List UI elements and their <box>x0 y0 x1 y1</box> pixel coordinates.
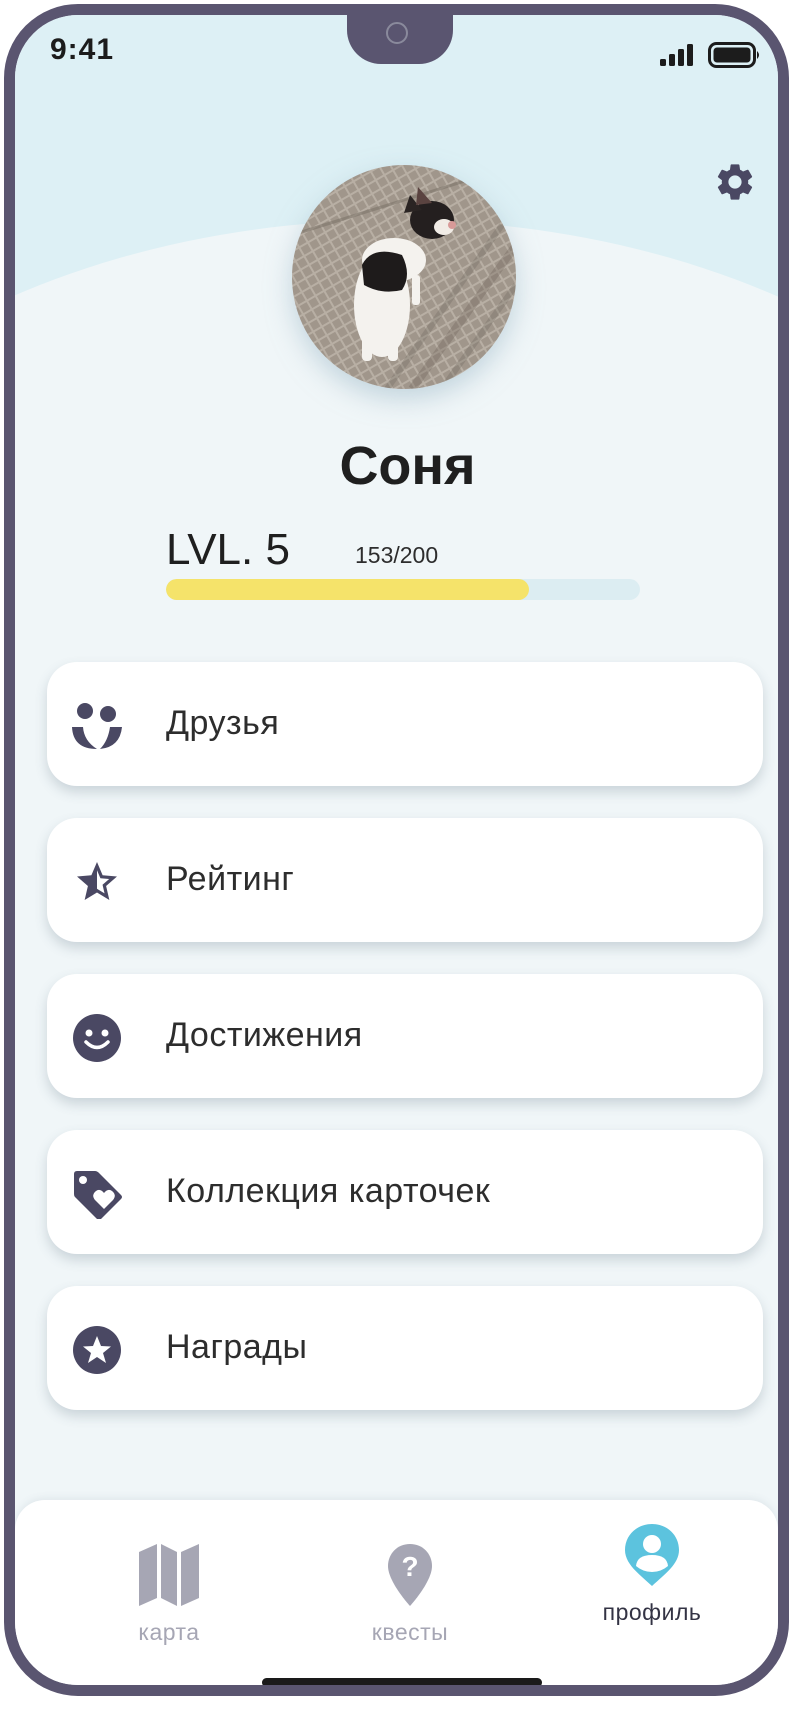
tab-map[interactable]: карта <box>89 1542 249 1646</box>
question-pin-icon: ? <box>388 1544 432 1606</box>
profile-name: Соня <box>339 436 476 496</box>
half-star-icon <box>70 855 124 909</box>
menu-item-label: Награды <box>166 1328 308 1366</box>
bottom-tab-bar: карта ? квесты профиль <box>15 1500 778 1685</box>
battery-icon <box>708 42 759 68</box>
tab-label: карта <box>138 1619 200 1645</box>
menu-item-label: Достижения <box>166 1016 363 1054</box>
tag-heart-icon <box>70 1167 124 1221</box>
star-badge-icon <box>70 1323 124 1377</box>
status-time: 9:41 <box>50 33 115 66</box>
avatar-photo <box>292 165 516 389</box>
menu-item-label: Коллекция карточек <box>166 1172 491 1210</box>
menu-item-card-collection[interactable]: Коллекция карточек <box>47 1130 763 1254</box>
tab-profile[interactable]: профиль <box>572 1522 732 1626</box>
menu-item-rating[interactable]: Рейтинг <box>47 818 763 942</box>
gear-icon[interactable] <box>713 160 757 204</box>
profile-pin-icon <box>625 1524 679 1586</box>
home-indicator[interactable] <box>262 1678 542 1685</box>
signal-icon <box>660 44 693 66</box>
xp-counter: 153/200 <box>355 542 439 568</box>
menu-item-friends[interactable]: Друзья <box>47 662 763 786</box>
menu-item-label: Друзья <box>166 704 280 742</box>
tab-label: профиль <box>602 1599 702 1625</box>
tab-quests[interactable]: ? квесты <box>330 1542 490 1646</box>
menu-item-label: Рейтинг <box>166 860 295 898</box>
map-icon <box>139 1544 199 1606</box>
profile-menu: Друзья Рейтинг Достижения Коллекция карт… <box>47 662 763 1442</box>
notch <box>347 15 453 64</box>
tab-label: квесты <box>371 1619 449 1645</box>
avatar[interactable] <box>292 165 516 389</box>
xp-progress-fill <box>166 579 529 600</box>
phone-frame: 9:41 Соня LVL. 5 153/200 Друзья Рейтинг … <box>4 4 789 1696</box>
menu-item-achievements[interactable]: Достижения <box>47 974 763 1098</box>
level-label: LVL. 5 <box>166 525 290 574</box>
camera-icon <box>386 22 408 44</box>
xp-progress-bar <box>166 579 640 600</box>
profile-screen: 9:41 Соня LVL. 5 153/200 Друзья Рейтинг … <box>15 15 778 1685</box>
smiley-icon <box>70 1011 124 1065</box>
svg-text:?: ? <box>401 1551 418 1582</box>
menu-item-rewards[interactable]: Награды <box>47 1286 763 1410</box>
friends-icon <box>70 699 124 753</box>
